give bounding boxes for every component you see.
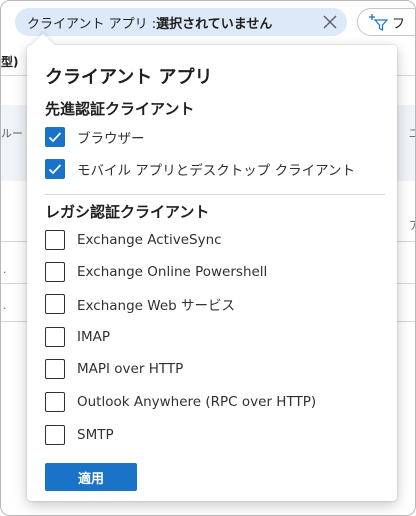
option-outlook-anywhere[interactable]: Outlook Anywhere (RPC over HTTP) [45,390,316,414]
close-icon[interactable] [321,13,339,31]
option-label: モバイル アプリとデスクトップ クライアント [77,163,356,179]
option-mobile-desktop[interactable]: モバイル アプリとデスクトップ クライアント [45,157,355,181]
option-exchange-online-powershell[interactable]: Exchange Online Powershell [45,260,267,284]
checkbox-exchange-web-services[interactable] [45,294,65,314]
window-frame: クライアント アプリ : 選択されていません フ 型) ルー 二 ア . . [0,0,416,516]
check-icon [48,164,62,175]
option-label: Exchange Web サービス [77,298,235,314]
option-label: Exchange ActiveSync [77,232,222,248]
option-browser[interactable]: ブラウザー [45,125,145,149]
checkbox-outlook-anywhere[interactable] [45,392,65,412]
option-label: ブラウザー [77,131,145,147]
checkbox-mobile-desktop[interactable] [45,159,65,179]
client-app-popup: クライアント アプリ 先進認証クライアント ブラウザー モバイル アプリとデスク… [27,45,397,501]
option-imap[interactable]: IMAP [45,325,110,349]
filter-pill-value: 選択されていません [156,16,273,32]
checkbox-exchange-activesync[interactable] [45,230,65,250]
section-divider [45,194,385,195]
row-dot-2: . [3,299,7,312]
option-label: Outlook Anywhere (RPC over HTTP) [77,394,317,410]
checkbox-exchange-online-powershell[interactable] [45,262,65,282]
client-app-filter-pill[interactable]: クライアント アプリ : 選択されていません [15,8,347,36]
option-label: IMAP [77,329,111,345]
legacy-auth-section-title: レガシ認証クライアント [45,203,210,221]
option-label: SMTP [77,427,114,443]
filter-pill-label: クライアント アプリ : [27,16,157,32]
row-fragment-right-2: ア [409,217,415,233]
checkbox-browser[interactable] [45,127,65,147]
checkbox-imap[interactable] [45,327,65,347]
option-smtp[interactable]: SMTP [45,423,114,447]
popup-title: クライアント アプリ [45,67,213,88]
add-filter-label: フ [392,16,406,32]
row-fragment-left: ルー [1,127,23,140]
option-label: Exchange Online Powershell [77,264,268,280]
checkbox-mapi-over-http[interactable] [45,359,65,379]
option-exchange-web-services[interactable]: Exchange Web サービス [45,292,235,316]
row-fragment-right: 二 [409,125,415,141]
add-filter-button[interactable]: フ [357,8,415,36]
filter-bar: クライアント アプリ : 選択されていません フ [1,1,415,45]
apply-button[interactable]: 適用 [45,463,137,491]
add-filter-icon [369,14,388,31]
check-icon [48,132,62,143]
option-exchange-activesync[interactable]: Exchange ActiveSync [45,228,222,252]
option-mapi-over-http[interactable]: MAPI over HTTP [45,357,183,381]
modern-auth-section-title: 先進認証クライアント [45,100,195,118]
checkbox-smtp[interactable] [45,425,65,445]
row-dot-1: . [3,263,7,276]
option-label: MAPI over HTTP [77,361,184,377]
